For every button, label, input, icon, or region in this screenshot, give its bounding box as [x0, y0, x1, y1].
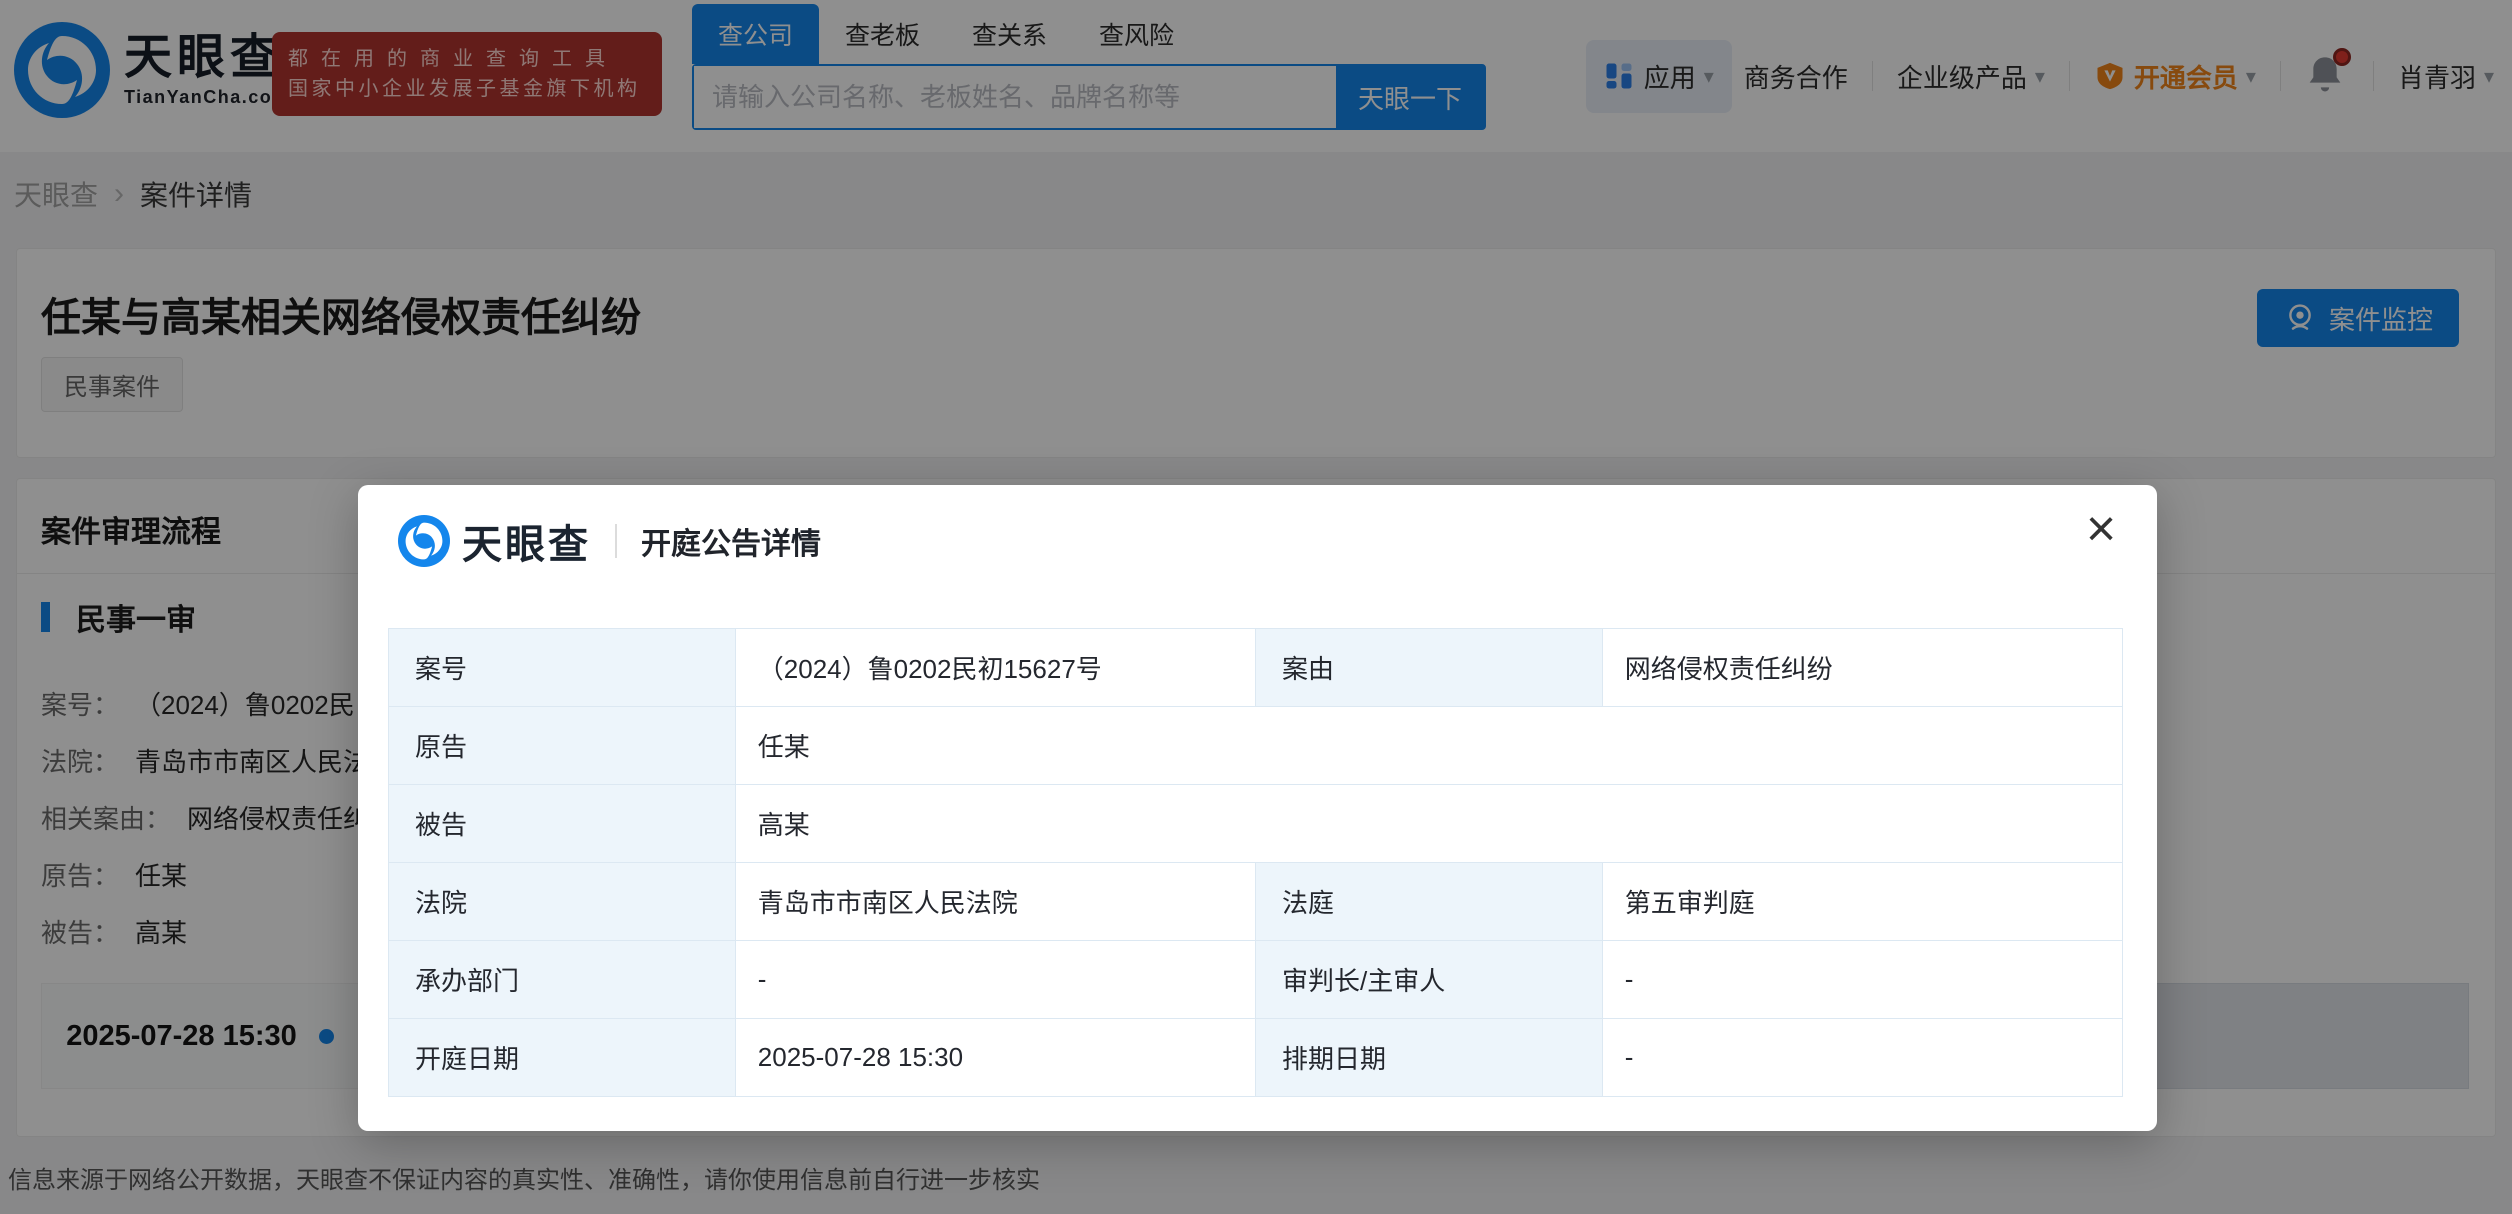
- modal-title: 开庭公告详情: [641, 519, 821, 563]
- table-value-cell: 任某: [735, 707, 2122, 785]
- table-row: 开庭日期 2025-07-28 15:30 排期日期 -: [389, 1019, 2123, 1097]
- table-label-cell: 案由: [1255, 629, 1602, 707]
- table-label-cell: 案号: [389, 629, 736, 707]
- tianyancha-logo-icon: [398, 515, 450, 567]
- table-value-cell: 第五审判庭: [1602, 863, 2122, 941]
- close-icon[interactable]: ×: [2075, 503, 2127, 555]
- table-label-cell: 法庭: [1255, 863, 1602, 941]
- table-value-cell: 网络侵权责任纠纷: [1602, 629, 2122, 707]
- table-value-cell: 2025-07-28 15:30: [735, 1019, 1255, 1097]
- table-label-cell: 排期日期: [1255, 1019, 1602, 1097]
- table-row: 原告 任某: [389, 707, 2123, 785]
- table-label-cell: 审判长/主审人: [1255, 941, 1602, 1019]
- table-value-cell: -: [1602, 941, 2122, 1019]
- table-value-cell: -: [1602, 1019, 2122, 1097]
- table-value-cell: 高某: [735, 785, 2122, 863]
- table-label-cell: 法院: [389, 863, 736, 941]
- table-label-cell: 原告: [389, 707, 736, 785]
- table-row: 案号 （2024）鲁0202民初15627号 案由 网络侵权责任纠纷: [389, 629, 2123, 707]
- modal-brand-text: 天眼查: [462, 512, 591, 570]
- table-label-cell: 被告: [389, 785, 736, 863]
- table-value-cell: （2024）鲁0202民初15627号: [735, 629, 1255, 707]
- table-row: 法院 青岛市市南区人民法院 法庭 第五审判庭: [389, 863, 2123, 941]
- modal-header-divider: [615, 524, 617, 558]
- modal-header: 天眼查 开庭公告详情: [398, 513, 821, 569]
- table-row: 被告 高某: [389, 785, 2123, 863]
- table-value-cell: 青岛市市南区人民法院: [735, 863, 1255, 941]
- hearing-detail-modal: 天眼查 开庭公告详情 × 案号 （2024）鲁0202民初15627号 案由 网…: [358, 485, 2157, 1131]
- table-row: 承办部门 - 审判长/主审人 -: [389, 941, 2123, 1019]
- table-label-cell: 承办部门: [389, 941, 736, 1019]
- table-label-cell: 开庭日期: [389, 1019, 736, 1097]
- hearing-detail-table: 案号 （2024）鲁0202民初15627号 案由 网络侵权责任纠纷 原告 任某…: [388, 628, 2123, 1097]
- table-value-cell: -: [735, 941, 1255, 1019]
